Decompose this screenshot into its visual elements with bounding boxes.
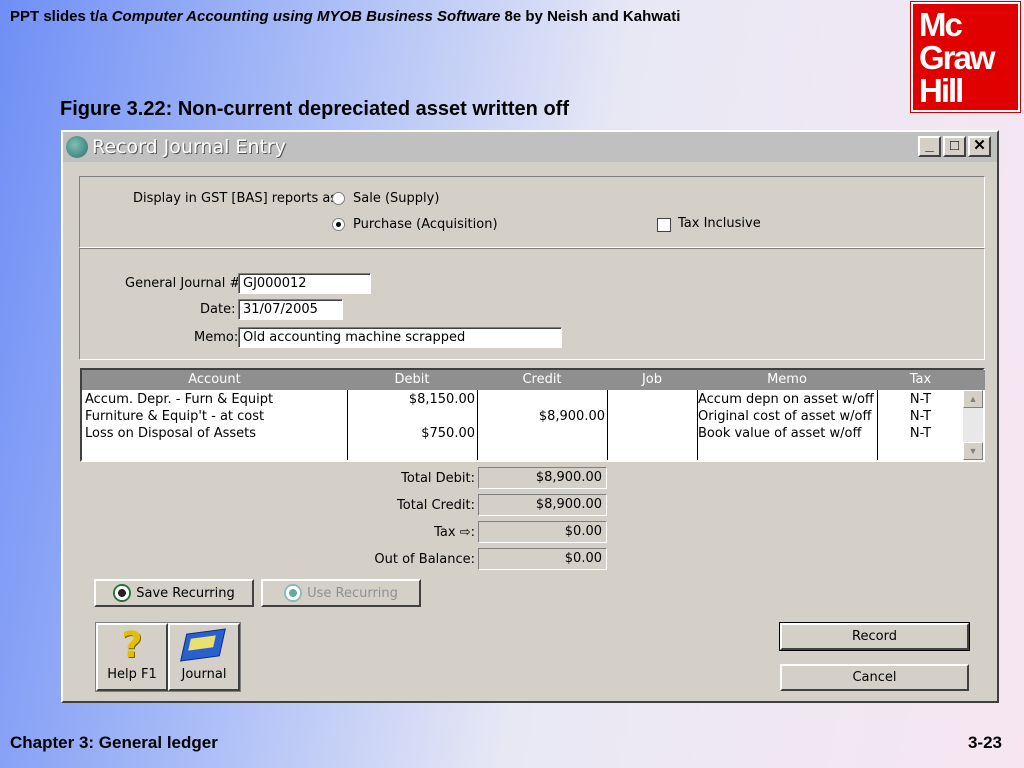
row-credit[interactable] [477,391,605,408]
close-button[interactable]: ✕ [968,136,991,157]
help-question-icon: ? [121,625,143,666]
minimize-button[interactable]: _ [918,136,941,157]
gst-panel [79,176,985,248]
tax-inclusive-label[interactable]: Tax Inclusive [678,216,761,231]
row-tax[interactable]: N-T [877,391,964,408]
total-credit-field: $8,900.00 [478,494,607,516]
footer-page-number: 3-23 [967,733,1002,752]
tax-arrow-icon[interactable]: ⇨ [460,525,471,540]
footer-chapter: Chapter 3: General ledger [10,733,218,752]
save-recurring-button[interactable]: Save Recurring [94,579,254,607]
out-of-balance-label: Out of Balance: [374,552,475,567]
row-account[interactable]: Loss on Disposal of Assets [85,425,256,442]
total-debit-label: Total Debit: [401,471,475,486]
myob-app-icon [66,136,88,158]
memo-label: Memo: [194,330,239,345]
tax-inclusive-checkbox[interactable] [657,218,671,232]
memo-field[interactable]: Old accounting machine scrapped [238,327,562,348]
journal-button[interactable]: Journal [168,623,240,691]
total-debit-field: $8,900.00 [478,467,607,489]
row-memo[interactable]: Original cost of asset w/off [698,408,871,425]
gst-label: Display in GST [BAS] reports as: [133,191,342,206]
column-header-tax[interactable]: Tax [877,372,964,387]
shortcut-buttons: ? Help F1 Journal [95,622,241,692]
total-credit-label: Total Credit: [397,498,475,513]
sale-radio[interactable] [332,192,345,205]
row-debit[interactable]: $750.00 [347,425,475,442]
grid-header-row: Account Debit Credit Job Memo Tax [82,370,985,390]
grid-scrollbar[interactable]: ▲ ▼ [963,390,983,460]
journal-number-label: General Journal #: [125,276,245,291]
row-memo[interactable]: Book value of asset w/off [698,425,861,442]
row-account[interactable]: Furniture & Equip't - at cost [85,408,264,425]
journal-lines-grid: Account Debit Credit Job Memo Tax Accum.… [80,368,985,462]
row-debit[interactable]: $8,150.00 [347,391,475,408]
tax-label: Tax ⇨: [434,525,475,540]
out-of-balance-field: $0.00 [478,548,607,570]
purchase-radio-label[interactable]: Purchase (Acquisition) [353,217,498,232]
cancel-button[interactable]: Cancel [780,664,969,691]
slide-header: PPT slides t/a Computer Accounting using… [10,8,681,25]
help-button[interactable]: ? Help F1 [96,623,168,691]
sale-radio-label[interactable]: Sale (Supply) [353,191,439,206]
save-recurring-icon [113,584,132,602]
row-credit[interactable] [477,425,605,442]
row-tax[interactable]: N-T [877,425,964,442]
use-recurring-icon [284,584,303,602]
row-tax[interactable]: N-T [877,408,964,425]
row-memo[interactable]: Accum depn on asset w/off [698,391,874,408]
use-recurring-button[interactable]: Use Recurring [261,579,421,607]
column-header-debit[interactable]: Debit [347,372,477,387]
column-header-job[interactable]: Job [607,372,697,387]
row-account[interactable]: Accum. Depr. - Furn & Equipt [85,391,273,408]
journal-number-field[interactable]: GJ000012 [238,273,371,294]
tax-field: $0.00 [478,521,607,543]
figure-title: Figure 3.22: Non-current depreciated ass… [60,98,569,120]
row-credit[interactable]: $8,900.00 [477,408,605,425]
column-header-memo[interactable]: Memo [697,372,877,387]
record-journal-entry-window: Record Journal Entry _ □ ✕ Display in GS… [61,130,999,703]
journal-book-icon [170,625,238,667]
row-debit[interactable] [347,408,475,425]
window-title: Record Journal Entry [92,136,286,158]
scroll-up-icon[interactable]: ▲ [963,390,983,408]
date-field[interactable]: 31/07/2005 [238,299,343,320]
purchase-radio[interactable] [332,218,345,231]
mcgraw-hill-logo: Mc Graw Hill [910,1,1021,113]
column-header-credit[interactable]: Credit [477,372,607,387]
column-header-account[interactable]: Account [82,372,347,387]
maximize-button[interactable]: □ [943,136,966,157]
date-label: Date: [200,302,236,317]
scroll-down-icon[interactable]: ▼ [963,442,983,460]
title-bar[interactable]: Record Journal Entry _ □ ✕ [63,132,997,162]
record-button[interactable]: Record [779,622,970,651]
